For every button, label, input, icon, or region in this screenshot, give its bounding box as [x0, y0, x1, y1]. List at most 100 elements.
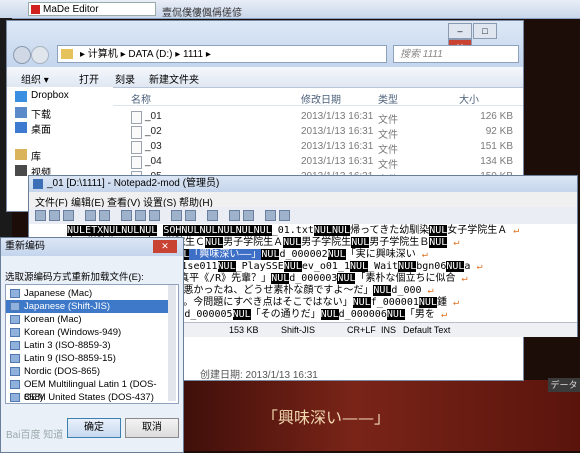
encoding-icon: [10, 367, 20, 376]
ok-button[interactable]: 确定: [67, 418, 121, 438]
open-button[interactable]: 打开: [79, 71, 99, 86]
encoding-option-label: Korean (Windows-949): [24, 327, 122, 338]
file-name: _04: [145, 156, 162, 167]
maximize-button[interactable]: □: [473, 23, 497, 39]
encoding-option[interactable]: OEM United States (DOS-437): [6, 391, 168, 403]
file-icon: [131, 141, 142, 154]
encoding-list[interactable]: Japanese (Mac) Japanese (Shift-JIS) Kore…: [5, 284, 179, 404]
encoding-icon: [10, 328, 20, 337]
scheme-icon[interactable]: [265, 210, 276, 221]
search-input[interactable]: 搜索 1111: [393, 45, 519, 63]
encoding-option-label: Japanese (Mac): [24, 288, 93, 299]
burn-button[interactable]: 刻录: [115, 71, 135, 86]
back-button[interactable]: [13, 46, 31, 64]
file-date: 2013/1/13 16:31: [301, 156, 374, 167]
encoding-option[interactable]: Japanese (Mac): [6, 287, 168, 300]
address-bar[interactable]: ▸ 计算机 ▸ DATA (D:) ▸ 1111 ▸: [57, 45, 387, 63]
folder-icon: [61, 49, 73, 59]
status-scheme[interactable]: Default Text: [403, 325, 450, 335]
madeditor-tab[interactable]: MaDe Editor: [28, 2, 156, 16]
status-size: 153 KB: [229, 325, 259, 335]
window-controls: –□✕: [447, 23, 521, 55]
game-dialogue-text: 「興味深い——」: [262, 408, 391, 427]
zoom-out-icon[interactable]: [243, 210, 254, 221]
cut-icon[interactable]: [121, 210, 132, 221]
text-line: NULETXNULNULNUL SOHNULNULNULNULNUL_01.tx…: [67, 225, 520, 236]
redo-icon[interactable]: [99, 210, 110, 221]
encoding-option-label: Latin 9 (ISO-8859-15): [24, 353, 116, 364]
file-row[interactable]: _01 2013/1/13 16:31 文件 126 KB: [113, 109, 523, 126]
sidebar-item-library[interactable]: 库: [31, 148, 41, 163]
file-icon: [131, 126, 142, 139]
game-badge: データ: [548, 378, 580, 392]
settings-icon[interactable]: [279, 210, 290, 221]
encoding-icon: [10, 341, 20, 350]
encoding-option[interactable]: Nordic (DOS-865): [6, 365, 168, 378]
file-size: 126 KB: [480, 111, 513, 122]
file-name: _02: [145, 126, 162, 137]
sidebar-item-downloads[interactable]: 下载: [31, 106, 51, 121]
cancel-button[interactable]: 取消: [125, 418, 179, 438]
encoding-option[interactable]: Latin 3 (ISO-8859-3): [6, 339, 168, 352]
list-scrollbar[interactable]: [168, 285, 176, 401]
encoding-option[interactable]: Latin 9 (ISO-8859-15): [6, 352, 168, 365]
video-icon: [15, 165, 27, 176]
open-icon[interactable]: [49, 210, 60, 221]
undo-icon[interactable]: [85, 210, 96, 221]
encoding-icon: [10, 393, 20, 402]
encoding-option[interactable]: Korean (Mac): [6, 313, 168, 326]
download-icon: [15, 107, 27, 118]
document-tab[interactable]: 壹侃僕僂偑偁傞偐: [162, 4, 382, 19]
encoding-option-selected[interactable]: Japanese (Shift-JIS): [6, 300, 168, 313]
encoding-icon: [10, 302, 20, 311]
encoding-icon: [10, 315, 20, 324]
file-list-header: 名称 修改日期 类型 大小: [113, 87, 523, 106]
zoom-in-icon[interactable]: [229, 210, 240, 221]
file-date: 2013/1/13 16:31: [301, 111, 374, 122]
file-size: 151 KB: [480, 141, 513, 152]
file-name: _03: [145, 141, 162, 152]
new-folder-button[interactable]: 新建文件夹: [149, 71, 199, 86]
watermark: Bai百度 知道: [6, 430, 64, 441]
file-size: 92 KB: [485, 126, 513, 137]
copy-icon[interactable]: [135, 210, 146, 221]
file-row[interactable]: _02 2013/1/13 16:31 文件 92 KB: [113, 124, 523, 141]
column-name[interactable]: 名称: [131, 91, 151, 106]
file-row[interactable]: _04 2013/1/13 16:31 文件 134 KB: [113, 154, 523, 171]
desktop-icon: [15, 122, 27, 133]
file-size: 134 KB: [480, 156, 513, 167]
encoding-option-label: Korean (Mac): [24, 314, 82, 325]
file-date: 2013/1/13 16:31: [301, 141, 374, 152]
find-icon[interactable]: [171, 210, 182, 221]
column-date[interactable]: 修改日期: [301, 91, 341, 106]
notepad-title: _01 [D:\1111] - Notepad2-mod (管理员): [29, 176, 577, 192]
menu-bar: 文件(F) 编辑(E) 查看(V) 设置(S) 帮助(H): [29, 192, 577, 209]
status-eol[interactable]: CR+LF: [347, 325, 376, 335]
encoding-option-label: OEM United States (DOS-437): [24, 392, 154, 403]
notepad-icon: [33, 179, 43, 189]
dialog-instruction: 选取源编码方式重新加载文件(E):: [5, 272, 144, 283]
column-type[interactable]: 类型: [378, 91, 398, 106]
minimize-button[interactable]: –: [448, 23, 472, 39]
encoding-option-label: Nordic (DOS-865): [24, 366, 101, 377]
sidebar-item-desktop[interactable]: 桌面: [31, 121, 51, 136]
encoding-option[interactable]: OEM Multilingual Latin 1 (DOS-858): [6, 378, 168, 403]
status-insert-mode: INS: [381, 325, 397, 335]
status-encoding[interactable]: Shift-JIS: [281, 325, 315, 335]
save-icon[interactable]: [63, 210, 74, 221]
replace-icon[interactable]: [185, 210, 196, 221]
column-size[interactable]: 大小: [459, 91, 479, 106]
file-row[interactable]: _03 2013/1/13 16:31 文件 151 KB: [113, 139, 523, 156]
organize-button[interactable]: 组织 ▾: [21, 71, 49, 86]
paste-icon[interactable]: [149, 210, 160, 221]
file-icon: [131, 156, 142, 169]
created-date: 创建日期: 2013/1/13 16:31: [200, 370, 318, 381]
new-icon[interactable]: [35, 210, 46, 221]
forward-button[interactable]: [31, 46, 49, 64]
dialog-close-button[interactable]: ✕: [153, 240, 177, 253]
file-icon: [131, 111, 142, 124]
encoding-option[interactable]: Korean (Windows-949): [6, 326, 168, 339]
wordwrap-icon[interactable]: [207, 210, 218, 221]
madeditor-icon: [31, 5, 40, 14]
sidebar-item-dropbox[interactable]: Dropbox: [31, 90, 69, 101]
